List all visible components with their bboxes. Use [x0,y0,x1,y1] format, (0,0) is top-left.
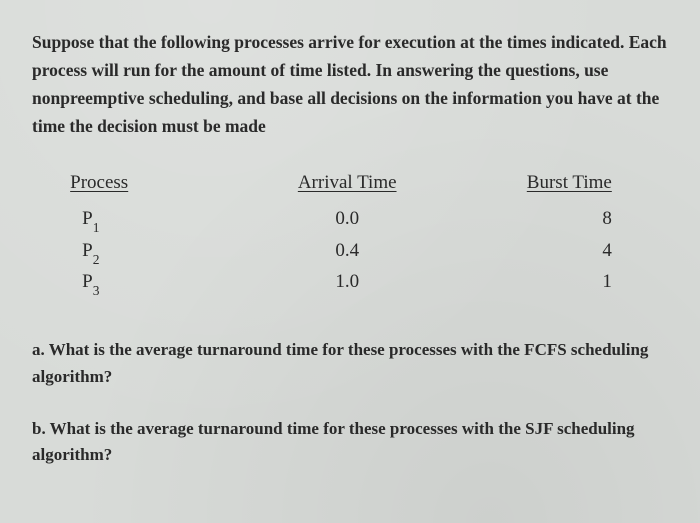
header-burst-time: Burst Time [440,172,630,198]
header-arrival-time: Arrival Time [255,172,440,198]
table-row: P1 0.0 8 [70,204,630,236]
cell-process: P3 [70,267,255,299]
cell-burst: 1 [440,267,630,299]
process-table: Process Arrival Time Burst Time P1 0.0 8… [70,172,630,299]
cell-burst: 4 [440,236,630,268]
cell-arrival: 0.4 [255,236,440,268]
table-row: P3 1.0 1 [70,267,630,299]
table-header-row: Process Arrival Time Burst Time [70,172,630,198]
problem-intro: Suppose that the following processes arr… [32,28,668,140]
question-a: a. What is the average turnaround time f… [32,337,668,390]
header-process: Process [70,172,255,198]
cell-arrival: 0.0 [255,204,440,236]
table-body: P1 0.0 8 P2 0.4 4 P3 1.0 1 [70,204,630,299]
cell-process: P2 [70,236,255,268]
cell-process: P1 [70,204,255,236]
table-row: P2 0.4 4 [70,236,630,268]
cell-arrival: 1.0 [255,267,440,299]
question-b: b. What is the average turnaround time f… [32,416,668,469]
cell-burst: 8 [440,204,630,236]
